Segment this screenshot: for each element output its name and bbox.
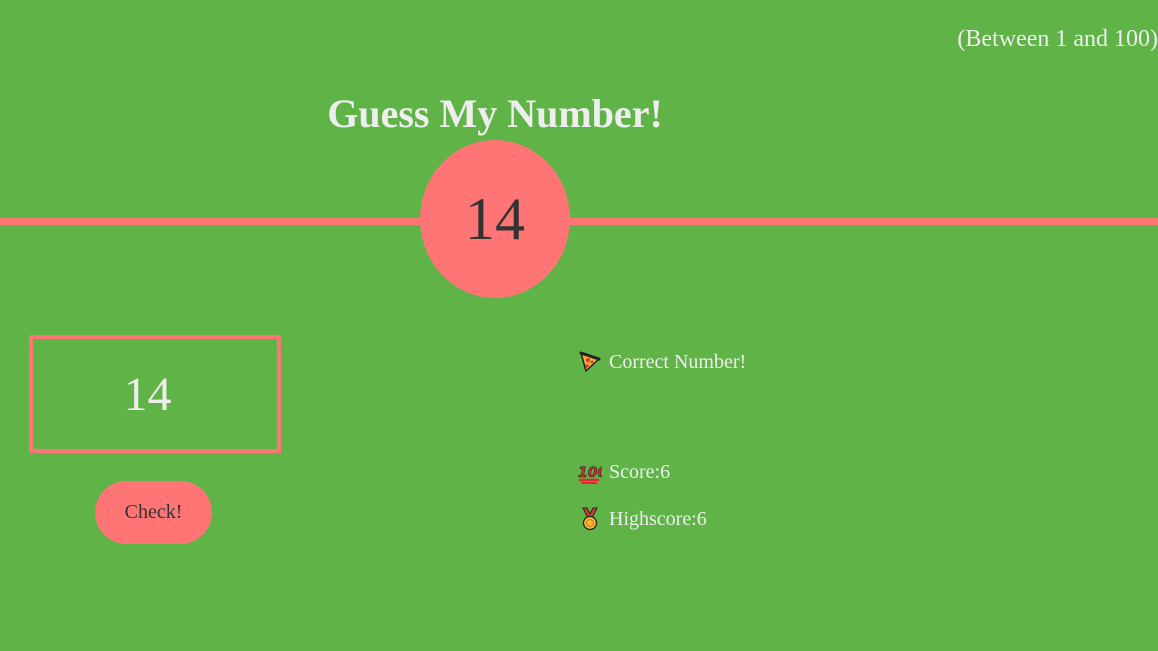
medal-icon (578, 507, 602, 531)
highscore-value: 6 (696, 507, 707, 530)
secret-number-value: 14 (465, 185, 525, 252)
message-text: Correct Number! (609, 350, 747, 373)
guess-input[interactable] (29, 335, 281, 453)
check-button[interactable]: Check! (95, 481, 212, 544)
score-value: 6 (660, 460, 671, 483)
highscore-label: Highscore: (609, 507, 697, 530)
range-hint: (Between 1 and 100) (957, 26, 1158, 52)
highscore: Highscore: 6 (578, 507, 707, 531)
secret-number-display: 14 (420, 140, 570, 298)
pizza-icon (578, 350, 602, 374)
message: Correct Number! (578, 350, 746, 374)
svg-text:100: 100 (578, 465, 602, 481)
score-label: Score: (609, 460, 661, 483)
score: 100 Score: 6 (578, 460, 670, 484)
page-title: Guess My Number! (327, 91, 663, 136)
hundred-points-icon: 100 (578, 460, 608, 484)
divider-line (0, 218, 1158, 225)
